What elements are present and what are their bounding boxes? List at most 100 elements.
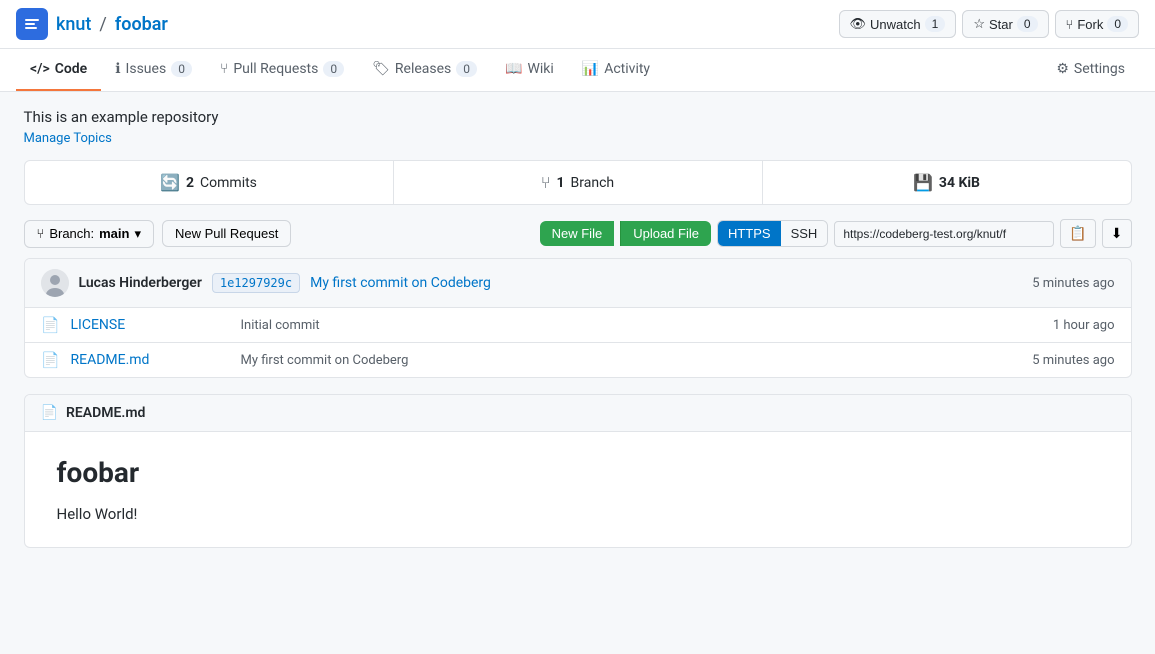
wiki-icon: 📖 (505, 61, 522, 77)
new-file-button[interactable]: New File (540, 221, 615, 246)
file-icon: 📄 (41, 316, 61, 334)
toolbar-row: ⑂ Branch: main ▾ New Pull Request New Fi… (24, 219, 1132, 248)
copy-url-button[interactable]: 📋 (1060, 219, 1095, 248)
readme-icon: 📄 (41, 405, 58, 421)
code-icon: </> (30, 61, 50, 77)
settings-icon: ⚙ (1056, 61, 1069, 77)
unwatch-count: 1 (925, 16, 946, 32)
unwatch-label: Unwatch (870, 17, 921, 32)
top-actions: 👁 Unwatch 1 ☆ Star 0 ⑂ Fork 0 (839, 10, 1139, 38)
upload-file-button[interactable]: Upload File (620, 221, 711, 246)
releases-badge: 0 (456, 61, 477, 77)
stats-bar: 🔄 2 Commits ⑂ 1 Branch 💾 34 KiB (24, 160, 1132, 205)
fork-count: 0 (1107, 16, 1128, 32)
repo-description: This is an example repository (24, 108, 1132, 126)
star-label: Star (989, 17, 1013, 32)
copy-icon: 📋 (1069, 225, 1086, 241)
issues-icon: ℹ (115, 61, 120, 77)
site-logo (16, 8, 48, 40)
pr-icon: ⑂ (220, 61, 228, 77)
branch-label: Branch: (49, 226, 94, 241)
file-table: Lucas Hinderberger 1e1297929c My first c… (24, 258, 1132, 378)
branches-icon: ⑂ (541, 173, 551, 192)
user-link[interactable]: knut (56, 14, 91, 35)
file-commit-readme: My first commit on Codeberg (241, 353, 1023, 368)
tab-activity-label: Activity (604, 61, 650, 77)
unwatch-button[interactable]: 👁 Unwatch 1 (839, 10, 957, 38)
branch-name: main (99, 226, 129, 241)
fork-label: Fork (1077, 17, 1103, 32)
file-name-readme[interactable]: README.md (71, 352, 231, 368)
branches-count: 1 (556, 175, 564, 191)
eye-icon: 👁 (850, 16, 867, 32)
readme-filename: README.md (66, 405, 145, 421)
commit-message[interactable]: My first commit on Codeberg (310, 275, 491, 291)
commits-count: 2 (186, 175, 194, 191)
repo-title: knut / foobar (16, 8, 168, 40)
tab-pr-label: Pull Requests (233, 61, 318, 77)
tab-issues[interactable]: ℹ Issues 0 (101, 49, 206, 91)
tab-wiki-label: Wiki (527, 61, 553, 77)
tab-code[interactable]: </> Code (16, 49, 101, 91)
star-button[interactable]: ☆ Star 0 (962, 10, 1048, 38)
branches-stat[interactable]: ⑂ 1 Branch (394, 161, 763, 204)
tab-pull-requests[interactable]: ⑂ Pull Requests 0 (206, 49, 358, 91)
branch-icon: ⑂ (37, 226, 45, 241)
file-row: 📄 README.md My first commit on Codeberg … (25, 343, 1131, 377)
commits-label: Commits (200, 175, 257, 191)
repo-link[interactable]: foobar (115, 14, 168, 35)
size-stat: 💾 34 KiB (763, 161, 1131, 204)
tab-issues-label: Issues (126, 61, 167, 77)
star-count: 0 (1017, 16, 1038, 32)
star-icon: ☆ (973, 16, 985, 32)
readme-content: Hello World! (57, 505, 1099, 523)
author-avatar (41, 269, 69, 297)
commit-author: Lucas Hinderberger (79, 275, 202, 291)
file-commit-license: Initial commit (241, 318, 1043, 333)
download-button[interactable]: ⬇ (1102, 219, 1132, 248)
activity-icon: 📊 (582, 61, 599, 77)
top-bar: knut / foobar 👁 Unwatch 1 ☆ Star 0 ⑂ For… (0, 0, 1155, 49)
new-pr-button[interactable]: New Pull Request (162, 220, 291, 247)
commits-stat[interactable]: 🔄 2 Commits (25, 161, 394, 204)
readme-panel: 📄 README.md foobar Hello World! (24, 394, 1132, 548)
issues-badge: 0 (171, 61, 192, 77)
tab-code-label: Code (55, 61, 88, 77)
fork-button[interactable]: ⑂ Fork 0 (1055, 10, 1140, 38)
ssh-button[interactable]: SSH (781, 221, 828, 246)
readme-body: foobar Hello World! (25, 432, 1131, 547)
toolbar-right: New File Upload File HTTPS SSH 📋 ⬇ (540, 219, 1132, 248)
clone-protocol-toggle: HTTPS SSH (717, 220, 828, 247)
pr-badge: 0 (323, 61, 344, 77)
tab-settings[interactable]: ⚙ Settings (1042, 49, 1139, 91)
readme-title: foobar (57, 456, 1099, 489)
separator: / (99, 14, 106, 35)
toolbar-left: ⑂ Branch: main ▾ New Pull Request (24, 220, 292, 248)
branch-selector[interactable]: ⑂ Branch: main ▾ (24, 220, 155, 248)
repo-description-section: This is an example repository Manage Top… (24, 108, 1132, 146)
file-row: 📄 LICENSE Initial commit 1 hour ago (25, 308, 1131, 343)
file-icon: 📄 (41, 351, 61, 369)
download-icon: ⬇ (1111, 225, 1123, 241)
size-icon: 💾 (913, 173, 933, 192)
commit-time: 5 minutes ago (1032, 276, 1114, 291)
tab-releases-label: Releases (395, 61, 451, 77)
https-button[interactable]: HTTPS (718, 221, 781, 246)
tab-activity[interactable]: 📊 Activity (568, 49, 664, 91)
file-name-license[interactable]: LICENSE (71, 317, 231, 333)
tab-nav: </> Code ℹ Issues 0 ⑂ Pull Requests 0 🏷 … (0, 49, 1155, 92)
main-content: This is an example repository Manage Top… (8, 92, 1148, 564)
readme-header: 📄 README.md (25, 395, 1131, 432)
commit-hash[interactable]: 1e1297929c (212, 273, 300, 293)
clone-url-input[interactable] (834, 221, 1054, 247)
commit-header: Lucas Hinderberger 1e1297929c My first c… (25, 259, 1131, 308)
tab-releases[interactable]: 🏷 Releases 0 (358, 49, 491, 91)
file-time-readme: 5 minutes ago (1032, 353, 1114, 368)
manage-topics-link[interactable]: Manage Topics (24, 131, 112, 146)
repo-size: 34 KiB (939, 175, 980, 191)
fork-icon: ⑂ (1066, 17, 1074, 32)
tab-settings-label: Settings (1074, 61, 1125, 77)
tab-wiki[interactable]: 📖 Wiki (491, 49, 568, 91)
releases-icon: 🏷 (372, 61, 390, 77)
file-time-license: 1 hour ago (1053, 318, 1115, 333)
